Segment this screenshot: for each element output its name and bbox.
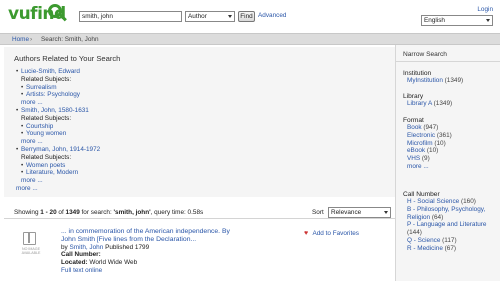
- facet-institution: Institution MyInstitution (1349): [403, 70, 499, 85]
- facet-item[interactable]: P - Language and Literature (144): [403, 221, 499, 237]
- facet-item[interactable]: R - Medicine (67): [403, 245, 499, 253]
- facet-item[interactable]: eBook (10): [403, 147, 499, 155]
- record-subtitle[interactable]: [Five lines from the Declaration...: [97, 236, 196, 243]
- facet-item[interactable]: MyInstitution (1349): [403, 77, 499, 85]
- facet-title: Format: [403, 117, 424, 124]
- result-record: NO IMAGE AVAILABLE ... in commemoration …: [4, 47, 395, 281]
- language-select[interactable]: English: [421, 15, 493, 26]
- located-value: World Wide Web: [89, 259, 138, 267]
- login-link[interactable]: Login: [477, 6, 493, 13]
- full-text-link[interactable]: Full text online: [61, 267, 102, 274]
- add-to-favorites[interactable]: ♥ Add to Favorites: [304, 230, 359, 237]
- search-type-select[interactable]: Author: [185, 11, 235, 22]
- divider: [396, 61, 500, 62]
- facet-item[interactable]: Electronic (361): [403, 132, 499, 140]
- breadcrumb-home-link[interactable]: Home: [12, 36, 29, 43]
- search-input-value: smith, john: [82, 13, 113, 20]
- facet-item[interactable]: H - Social Science (160): [403, 198, 499, 206]
- facet-item[interactable]: B - Philosophy, Psychology, Religion (64…: [403, 206, 499, 222]
- main-content: Authors Related to Your Search • Lucie-Sm…: [4, 47, 395, 281]
- facet-library: Library Library A (1349): [403, 93, 499, 108]
- facet-format: Format Book (947) Electronic (361) Micro…: [403, 117, 499, 171]
- facet-more[interactable]: more ...: [403, 163, 499, 171]
- facet-title: Call Number: [403, 191, 440, 198]
- breadcrumb: Home › Search: Smith, John: [0, 33, 500, 45]
- search-input[interactable]: smith, john: [79, 11, 182, 22]
- cover-thumbnail[interactable]: NO IMAGE AVAILABLE: [16, 232, 46, 262]
- facet-item[interactable]: VHS (9): [403, 155, 499, 163]
- add-to-favorites-link[interactable]: Add to Favorites: [312, 230, 359, 237]
- advanced-search-link[interactable]: Advanced: [258, 12, 286, 19]
- header: vufind smith, john Author Find Advanced …: [0, 0, 500, 33]
- located-label: Located:: [61, 259, 88, 267]
- language-value: English: [424, 17, 445, 24]
- facet-item[interactable]: Q - Science (117): [403, 237, 499, 245]
- search-type-value: Author: [188, 13, 207, 20]
- facet-item[interactable]: Book (947): [403, 124, 499, 132]
- facet-title: Library: [403, 93, 424, 100]
- facet-item[interactable]: Library A (1349): [403, 100, 499, 108]
- record-author-link[interactable]: Smith, John: [70, 244, 104, 251]
- breadcrumb-current: Search: Smith, John: [41, 36, 99, 43]
- sidebar: Narrow Search Institution MyInstitution …: [395, 45, 500, 281]
- heart-icon: ♥: [304, 230, 309, 237]
- facet-call-number: Call Number H - Social Science (160) B -…: [403, 191, 499, 253]
- narrow-search-heading: Narrow Search: [403, 51, 447, 58]
- published: Published 1799: [105, 243, 150, 251]
- record-title-link[interactable]: ... in commemoration of the American ind…: [61, 228, 230, 235]
- find-button[interactable]: Find: [238, 11, 255, 22]
- by-label: by: [61, 243, 68, 251]
- breadcrumb-separator: ›: [30, 36, 33, 43]
- book-icon: [23, 232, 36, 245]
- facet-item[interactable]: Microfilm (10): [403, 140, 499, 148]
- call-number-label: Call Number:: [61, 251, 101, 259]
- record-title-author[interactable]: John Smith: [61, 236, 95, 243]
- facet-title: Institution: [403, 70, 432, 77]
- chevron-down-icon: [486, 19, 490, 22]
- chevron-down-icon: [228, 15, 232, 18]
- no-image-caption: NO IMAGE AVAILABLE: [21, 247, 41, 256]
